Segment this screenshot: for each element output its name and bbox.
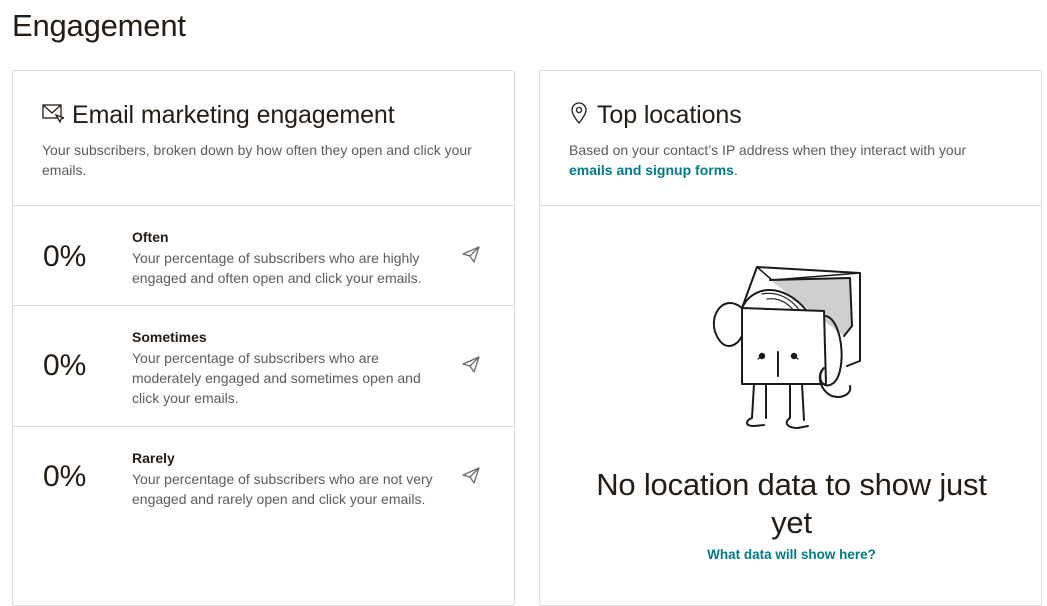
description-text: Based on your contact’s IP address when … <box>569 142 967 158</box>
sometimes-percent: 0% <box>43 349 87 382</box>
top-locations-card: Top locations Based on your contact’s IP… <box>539 70 1042 606</box>
top-locations-description: Based on your contact’s IP address when … <box>569 140 1012 180</box>
top-locations-header: Top locations Based on your contact’s IP… <box>540 71 1041 206</box>
what-data-link[interactable]: What data will show here? <box>540 547 1043 562</box>
box-character-illustration <box>712 266 861 429</box>
what-data-link-text[interactable]: What data will show here? <box>707 547 876 562</box>
email-engagement-header: Email marketing engagement Your subscrib… <box>13 71 514 206</box>
often-label: Often <box>132 229 169 245</box>
rarely-label: Rarely <box>132 450 175 466</box>
engagement-row-rarely: 0% Rarely Your percentage of subscribers… <box>13 427 514 527</box>
send-icon[interactable] <box>462 467 480 485</box>
sometimes-description: Your percentage of subscribers who are m… <box>132 350 421 406</box>
location-pin-icon <box>569 102 589 129</box>
description-suffix: . <box>733 162 738 178</box>
rarely-percent: 0% <box>43 460 87 493</box>
send-icon[interactable] <box>462 246 480 264</box>
engagement-row-often: 0% Often Your percentage of subscribers … <box>13 206 514 306</box>
send-icon[interactable] <box>462 356 480 374</box>
top-locations-title: Top locations <box>597 101 742 129</box>
sometimes-label: Sometimes <box>132 329 207 345</box>
email-engagement-description: Your subscribers, broken down by how oft… <box>42 142 472 178</box>
envelope-icon <box>42 103 66 128</box>
often-percent: 0% <box>43 240 87 273</box>
emails-signup-forms-link[interactable]: emails and signup forms <box>569 162 734 178</box>
no-location-data-title: No location data to show just yet <box>596 467 987 540</box>
rarely-description: Your percentage of subscribers who are n… <box>132 471 433 507</box>
email-engagement-title: Email marketing engagement <box>72 101 395 129</box>
engagement-row-sometimes: 0% Sometimes Your percentage of subscrib… <box>13 306 514 427</box>
often-description: Your percentage of subscribers who are h… <box>132 250 422 286</box>
page-title: Engagement <box>12 8 186 43</box>
email-engagement-card: Email marketing engagement Your subscrib… <box>12 70 515 606</box>
